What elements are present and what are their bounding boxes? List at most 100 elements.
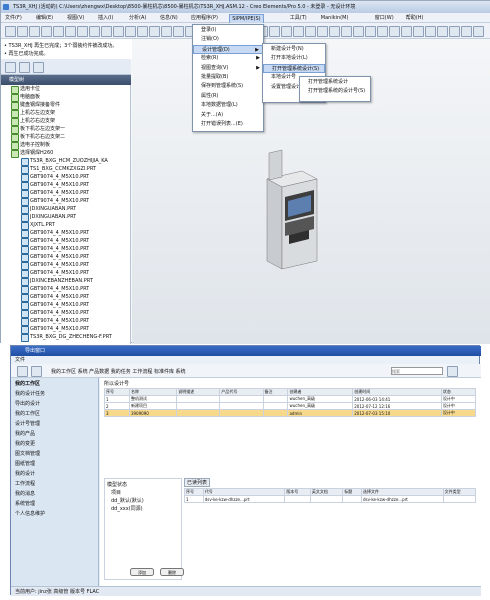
tree-item[interactable]: GBT9074_4_M5X10.PRT [1,253,129,262]
tree-item[interactable]: GBT9074_4_M5X10.PRT [1,301,129,310]
tree-item[interactable]: GBT9074_4_M5X10.PRT [1,189,129,198]
menu-item[interactable]: 工具(T) [288,14,309,22]
sidebar-item[interactable]: 我的设计任务 [15,390,97,398]
toolbar-icon[interactable] [89,26,100,37]
tree-item[interactable]: TS3R_BXG_DG_ZHECHENG-F.PRT [1,333,129,342]
menu-item[interactable]: 编辑(E) [34,14,55,22]
tree-item[interactable]: GBT9074_4_M5X10.PRT [1,309,129,318]
menu-option[interactable]: 批量提取(B) [193,73,263,82]
menu-item[interactable]: 窗口(W) [373,14,396,22]
state-item[interactable]: 模型状态 [107,481,127,488]
menu-option[interactable]: 保存到管理系统(S) [193,82,263,91]
column-header[interactable]: 版本号 [284,488,311,496]
menu-option[interactable]: 新建设计号(N) [263,45,325,54]
menu-item[interactable]: 帮助(H) [404,14,426,22]
tree-item[interactable]: 选择钢焊H260 [1,149,129,158]
action-button[interactable]: 删除 [160,568,184,576]
sidebar-item[interactable]: 我的设计 [15,470,97,478]
tree-item[interactable]: GBT9074_4_M5X10.PRT [1,245,129,254]
tree-item[interactable]: GBT9074_4_M5X10.PRT [1,237,129,246]
toolbar-icon[interactable] [281,26,292,37]
toolbar-icon[interactable] [29,26,40,37]
toolbar-icon[interactable] [137,26,148,37]
tree-item[interactable]: GBT9074_4_M5X10.PRT [1,197,129,206]
tree-item[interactable]: 板下机芯右边支架二 [1,133,129,142]
toolbar-icon[interactable] [461,26,472,37]
toolbar-icon[interactable] [437,26,448,37]
tree-item[interactable]: GBT9074_4_M5X10.PRT [1,173,129,182]
tree-item[interactable]: GBT9074_4_M5X10.PRT [1,285,129,294]
toolbar-icon[interactable] [329,26,340,37]
toolbar-icon[interactable] [5,26,16,37]
tree-item[interactable]: GBT9074_4_M5X10.PRT [1,269,129,278]
state-item[interactable]: dd_默认(默认) [111,497,144,504]
toolbar-icon[interactable] [65,26,76,37]
toolbar-icon[interactable] [317,26,328,37]
sidebar-item[interactable]: 工作流程 [15,480,97,488]
tree-item[interactable]: JDXINCEBANZHEBAN.PRT [1,277,129,286]
favorites-tab[interactable] [33,62,44,73]
menu-item[interactable]: 文件(F) [3,14,24,22]
menu-item[interactable]: 视图(V) [65,14,86,22]
toolbar-icon[interactable] [149,26,160,37]
column-header[interactable]: 状态 [440,388,477,396]
tree-item[interactable]: GBT9074_4_M5X10.PRT [1,229,129,238]
toolbar-icon[interactable] [293,26,304,37]
table-row[interactable]: 1 整机测试 wuchen_高级 2012-06-03 14:41 设计中 [104,395,477,403]
toolbar-icon[interactable] [425,26,436,37]
column-header[interactable]: 英文文档 [309,488,344,496]
detail-tab[interactable]: 已读列表 [184,478,211,487]
table-row[interactable]: 3 3909090 admin 2012-07-03 15:10 设计中 [104,409,477,417]
toolbar-icon[interactable] [473,26,484,37]
menu-option[interactable]: 打开错误列表...(E) [193,120,263,129]
menu-option[interactable]: 视图查询(V) ▶ [193,64,263,73]
sidebar-item[interactable]: 图纸管理 [15,460,97,468]
toolbar-icon[interactable] [113,26,124,37]
column-header[interactable]: 序号 [104,388,130,396]
toolbar-icon[interactable] [77,26,88,37]
search-icon[interactable] [447,366,458,377]
back-icon[interactable] [17,366,28,377]
tree-item[interactable]: 上机芯左边支架 [1,109,129,118]
search-input[interactable] [391,367,443,375]
menu-option[interactable]: 关于...(A) [193,111,263,120]
column-header[interactable]: 序号 [184,488,204,496]
menu-option[interactable]: 设计管理(D) ▶ [193,44,263,54]
tree-item[interactable]: 电脑面板 [1,93,129,102]
column-header[interactable]: 创建者 [287,388,354,396]
tree-item[interactable]: TS3R_BXG_HCM_ZUOZHIJIA_KA [1,157,129,166]
sidebar-item[interactable]: 图文档管理 [15,450,97,458]
column-header[interactable]: 选择文件 [361,488,444,496]
menu-item[interactable]: 信息(N) [158,14,180,22]
sidebar-item[interactable]: 导出的设计 [15,400,97,408]
column-header[interactable]: 代号 [202,488,286,496]
table-row[interactable]: 1 dsv-ke-kzw-dhzze...prt dsv-ke-kzw-dhzze.… [184,495,477,503]
tree-item[interactable]: JDXINGUABAN.PRT [1,205,129,214]
toolbar-icon[interactable] [17,26,28,37]
refresh-icon[interactable] [31,366,42,377]
tree-item[interactable]: XJXTL.PRT [1,221,129,230]
toolbar-icon[interactable] [125,26,136,37]
column-header[interactable]: 创建时间 [352,388,442,396]
menu-option[interactable]: 登录(I) [193,26,263,35]
state-item[interactable]: dd_xxx(同源) [111,505,143,512]
sidebar-item[interactable]: 我的消息 [15,490,97,498]
tree-item[interactable]: GBT9074_4_M5X10.PRT [1,261,129,270]
menu-item[interactable]: 插入(I) [96,14,115,22]
action-button[interactable]: 添加 [130,568,154,576]
column-header[interactable]: 产品代号 [219,388,264,396]
toolbar-icon[interactable] [401,26,412,37]
toolbar-icon[interactable] [269,26,280,37]
toolbar-icon[interactable] [305,26,316,37]
state-item[interactable]: 项目 [111,489,121,496]
sidebar-item[interactable]: 个人信息维护 [15,510,97,518]
tree-item[interactable]: 选电子控制板 [1,141,129,150]
toolbar-icon[interactable] [101,26,112,37]
tree-item[interactable]: 键盘钢焊接备零件 [1,101,129,110]
tree-item[interactable]: GBT9074_4_M5X10.PRT [1,325,129,334]
tree-item[interactable]: GBT9074_4_M5X10.PRT [1,317,129,326]
toolbar-icon[interactable] [389,26,400,37]
column-header[interactable]: 名称 [128,388,178,396]
toolbar-icon[interactable] [161,26,172,37]
toolbar-icon[interactable] [41,26,52,37]
